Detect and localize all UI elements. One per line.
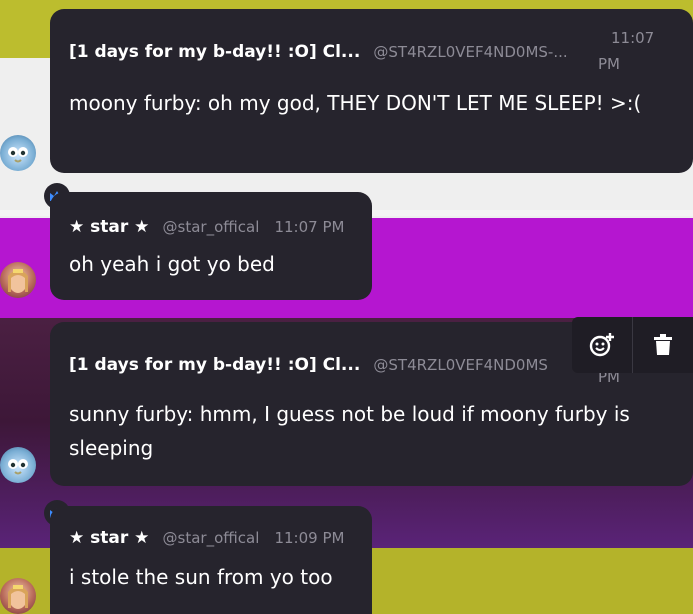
message-text: i stole the sun from yo too <box>69 565 333 589</box>
timestamp-suffix: PM <box>598 55 620 73</box>
message-actions-toolbar <box>572 317 693 373</box>
message-text: oh yeah i got yo bed <box>69 252 275 276</box>
author-name[interactable]: ★ star ★ <box>69 528 149 548</box>
avatar[interactable] <box>0 447 36 483</box>
author-name[interactable]: [1 days for my b-day!! :O] Cl... <box>69 355 360 375</box>
message-text: sunny furby: hmm, I guess not be loud if… <box>69 402 630 460</box>
timestamp: 11:09 PM <box>274 529 345 547</box>
author-handle[interactable]: @ST4RZL0VEF4ND0MS <box>373 356 548 374</box>
star-avatar-icon <box>8 585 28 609</box>
avatar[interactable] <box>0 578 36 614</box>
message-bubble[interactable]: ★ star ★ @star_offical 11:09 PM i stole … <box>50 506 372 614</box>
avatar[interactable] <box>0 135 36 171</box>
furby-avatar-icon <box>8 459 28 475</box>
message-bubble[interactable]: ★ star ★ @star_offical 11:07 PM oh yeah … <box>50 192 372 300</box>
author-name[interactable]: ★ star ★ <box>69 217 149 237</box>
delete-button[interactable] <box>632 317 693 373</box>
timestamp: 11:07 PM <box>274 218 345 236</box>
add-reaction-icon <box>589 333 614 357</box>
add-reaction-button[interactable] <box>572 317 632 373</box>
furby-avatar-icon <box>8 147 28 163</box>
message-text: moony furby: oh my god, THEY DON'T LET M… <box>69 91 642 115</box>
message-bubble[interactable]: [1 days for my b-day!! :O] Cl... @ST4RZL… <box>50 9 693 173</box>
author-handle[interactable]: @star_offical <box>163 529 260 547</box>
star-avatar-icon <box>8 269 28 293</box>
avatar[interactable] <box>0 262 36 298</box>
author-handle[interactable]: @ST4RZL0VEF4ND0MS-... <box>373 43 567 61</box>
timestamp: 11:07 <box>611 29 655 47</box>
author-name[interactable]: [1 days for my b-day!! :O] Cl... <box>69 42 360 62</box>
trash-icon <box>654 334 672 355</box>
author-handle[interactable]: @star_offical <box>163 218 260 236</box>
